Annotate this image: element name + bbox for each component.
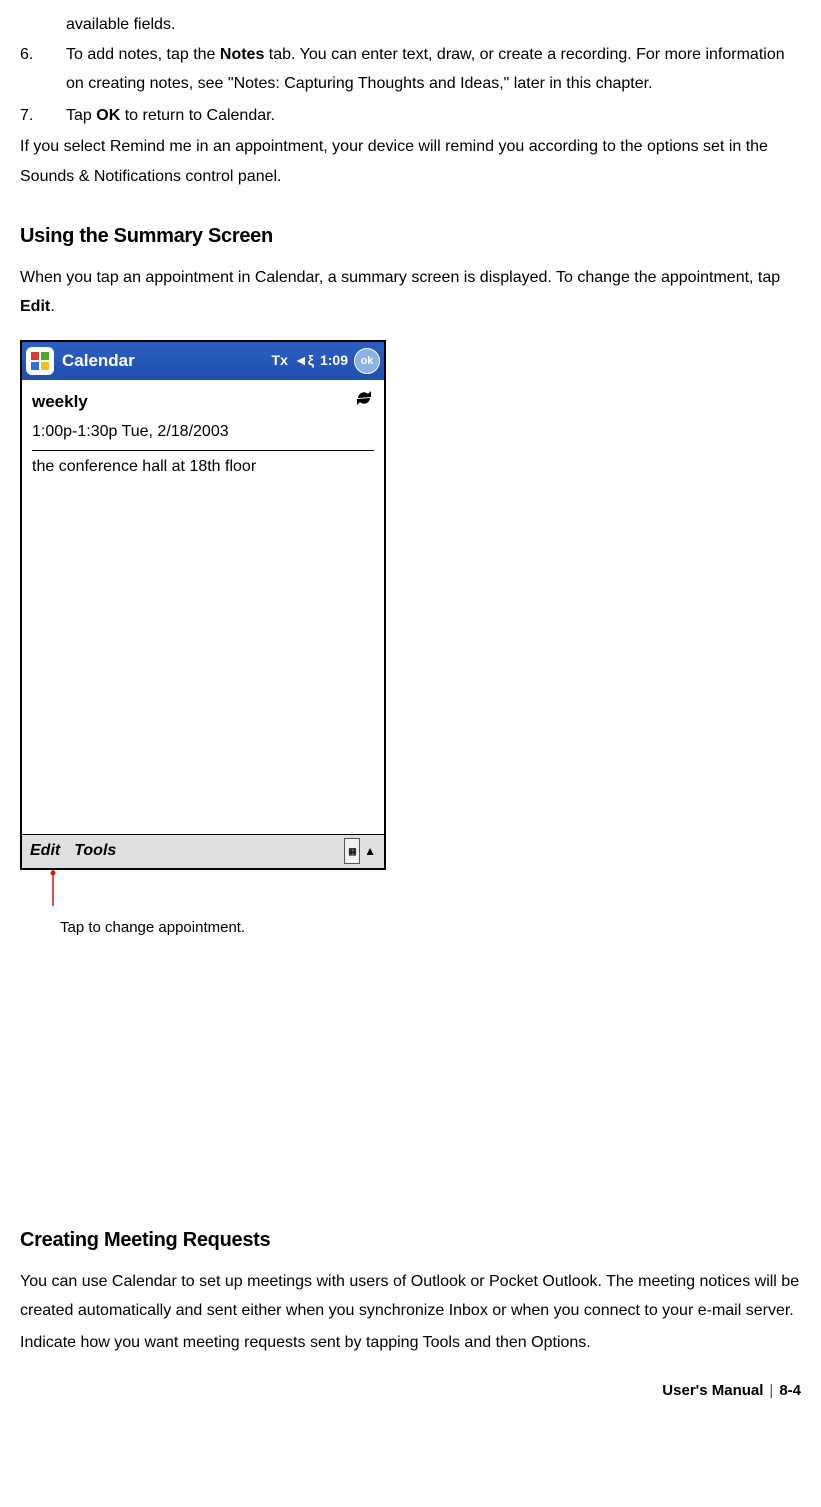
ok-label: ok	[361, 351, 374, 371]
divider	[32, 450, 374, 451]
section1-body: When you tap an appointment in Calendar,…	[20, 263, 801, 322]
item6-bold: Notes	[220, 46, 264, 63]
appointment-content: weekly 1:00p-1:30p Tue, 2/18/2003 the co…	[22, 380, 384, 834]
intro-text: available fields.	[66, 16, 175, 33]
list-item-7: 7. Tap OK to return to Calendar.	[20, 101, 801, 131]
menubar: Edit Tools ▦ ▲	[22, 834, 384, 868]
item7-number: 7.	[20, 101, 66, 131]
callout-label: Tap to change appointment.	[60, 914, 801, 942]
callout-pointer	[48, 870, 801, 906]
datetime-text: 1:00p-1:30p Tue, 2/18/2003	[32, 420, 374, 444]
list-item-6: 6. To add notes, tap the Notes tab. You …	[20, 40, 801, 99]
remind-paragraph: If you select Remind me in an appointmen…	[20, 132, 801, 191]
speaker-icon[interactable]: ◄ξ	[294, 348, 314, 374]
signal-icon[interactable]: Tx	[272, 348, 288, 374]
section1-post: .	[50, 298, 54, 315]
item6-number: 6.	[20, 40, 66, 99]
keyboard-icon[interactable]: ▦	[344, 838, 360, 864]
sip-arrow-icon[interactable]: ▲	[364, 840, 376, 862]
recurrence-icon	[354, 388, 374, 416]
item7-pre: Tap	[66, 107, 96, 124]
location-text: the conference hall at 18th floor	[32, 455, 374, 479]
item7-body: Tap OK to return to Calendar.	[66, 101, 801, 131]
subject-text: weekly	[32, 389, 88, 415]
ok-button[interactable]: ok	[354, 348, 380, 374]
start-icon[interactable]	[26, 347, 54, 375]
menu-right: ▦ ▲	[344, 838, 376, 864]
remind-text: If you select Remind me in an appointmen…	[20, 138, 768, 185]
section1-bold: Edit	[20, 298, 50, 315]
heading-using-summary: Using the Summary Screen	[20, 218, 801, 255]
titlebar: Calendar Tx ◄ξ 1:09 ok	[22, 342, 384, 380]
section2-para2: Indicate how you want meeting requests s…	[20, 1328, 801, 1358]
page-footer: User's Manual | 8-4	[20, 1377, 801, 1405]
status-icons: Tx ◄ξ 1:09	[272, 348, 348, 374]
app-title[interactable]: Calendar	[62, 345, 272, 376]
calendar-screenshot: Calendar Tx ◄ξ 1:09 ok weekly 1:00p-1:30…	[20, 340, 386, 870]
heading-meeting-requests: Creating Meeting Requests	[20, 1222, 801, 1259]
item6-pre: To add notes, tap the	[66, 46, 220, 63]
section2-para1: You can use Calendar to set up meetings …	[20, 1267, 801, 1326]
footer-separator: |	[769, 1382, 773, 1399]
item7-bold: OK	[96, 107, 120, 124]
item6-body: To add notes, tap the Notes tab. You can…	[66, 40, 801, 99]
footer-page: 8-4	[779, 1382, 801, 1399]
subject-row: weekly	[32, 388, 374, 416]
item7-post: to return to Calendar.	[120, 107, 275, 124]
menu-edit[interactable]: Edit	[30, 836, 60, 866]
intro-fragment: available fields.	[66, 10, 801, 40]
menu-tools[interactable]: Tools	[74, 836, 116, 866]
footer-manual: User's Manual	[662, 1382, 763, 1399]
spacer	[20, 942, 801, 1222]
section1-pre: When you tap an appointment in Calendar,…	[20, 269, 780, 286]
menu-left: Edit Tools	[30, 836, 116, 866]
clock-time[interactable]: 1:09	[320, 348, 348, 374]
